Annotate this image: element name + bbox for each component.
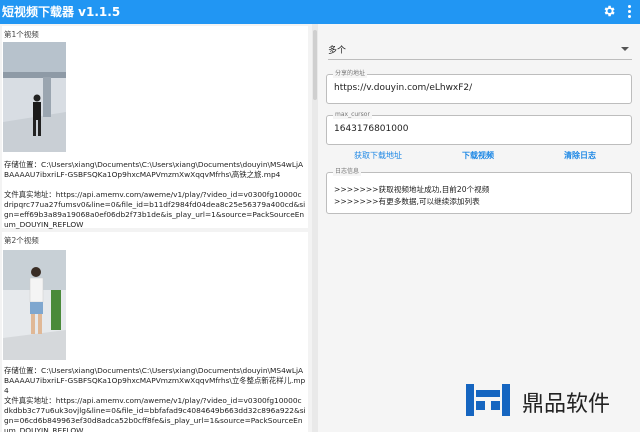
share-url-field[interactable]: 分享的地址 https://v.douyin.com/eLhwxF2/ [326, 70, 632, 104]
max-cursor-field[interactable]: max_cursor 1643176801000 [326, 111, 632, 145]
video-list: 第1个视频 存储位置：C:\Users\xiang\Documents\C:\U… [0, 24, 312, 432]
video-save-path: 存储位置：C:\Users\xiang\Documents\C:\Users\x… [4, 160, 304, 179]
dropdown-arrow-icon [621, 47, 629, 51]
share-url-value[interactable]: https://v.douyin.com/eLhwxF2/ [334, 83, 472, 93]
max-cursor-value[interactable]: 1643176801000 [334, 124, 408, 134]
more-vert-icon[interactable] [624, 4, 634, 20]
control-panel: 多个 分享的地址 https://v.douyin.com/eLhwxF2/ m… [318, 24, 640, 432]
clear-log-button[interactable]: 清除日志 [564, 150, 596, 161]
app-bar: 短视频下载器 v1.1.5 [0, 0, 640, 24]
log-field: 日志信息 >>>>>>>获取视频地址成功,目前20个视频 >>>>>>>有更多数… [326, 168, 632, 214]
get-download-url-button[interactable]: 获取下载地址 [354, 150, 402, 161]
log-line: >>>>>>>有更多数据,可以继续添加列表 [334, 197, 480, 206]
video-card-header: 第2个视频 [4, 236, 39, 245]
mode-select-value: 多个 [328, 46, 347, 56]
video-card-1: 第1个视频 存储位置：C:\Users\xiang\Documents\C:\U… [2, 26, 308, 229]
brand-logo-icon [466, 384, 510, 416]
mode-select[interactable]: 多个 [328, 38, 632, 60]
max-cursor-label: max_cursor [333, 111, 372, 119]
app-title: 短视频下载器 v1.1.5 [2, 5, 121, 19]
download-video-button[interactable]: 下载视频 [462, 150, 494, 161]
video-real-url: 文件真实地址：https://api.amemv.com/aweme/v1/pl… [4, 190, 306, 229]
video-card-header: 第1个视频 [4, 30, 39, 39]
watermark-text: 鼎品软件 [522, 392, 611, 417]
video-thumbnail[interactable] [3, 42, 66, 152]
video-real-url: 文件真实地址：https://api.amemv.com/aweme/v1/pl… [4, 396, 306, 432]
share-url-label: 分享的地址 [333, 70, 368, 78]
video-thumbnail[interactable] [3, 250, 66, 360]
log-label: 日志信息 [333, 168, 362, 176]
gear-icon[interactable] [602, 4, 616, 18]
video-save-path: 存储位置：C:\Users\xiang\Documents\C:\Users\x… [4, 366, 306, 395]
video-card-2: 第2个视频 存储位置：C:\Users\xiang\Documents\C:\U… [2, 232, 308, 432]
log-line: >>>>>>>获取视频地址成功,目前20个视频 [334, 185, 490, 194]
watermark-logo: 鼎品软件 [462, 380, 632, 420]
